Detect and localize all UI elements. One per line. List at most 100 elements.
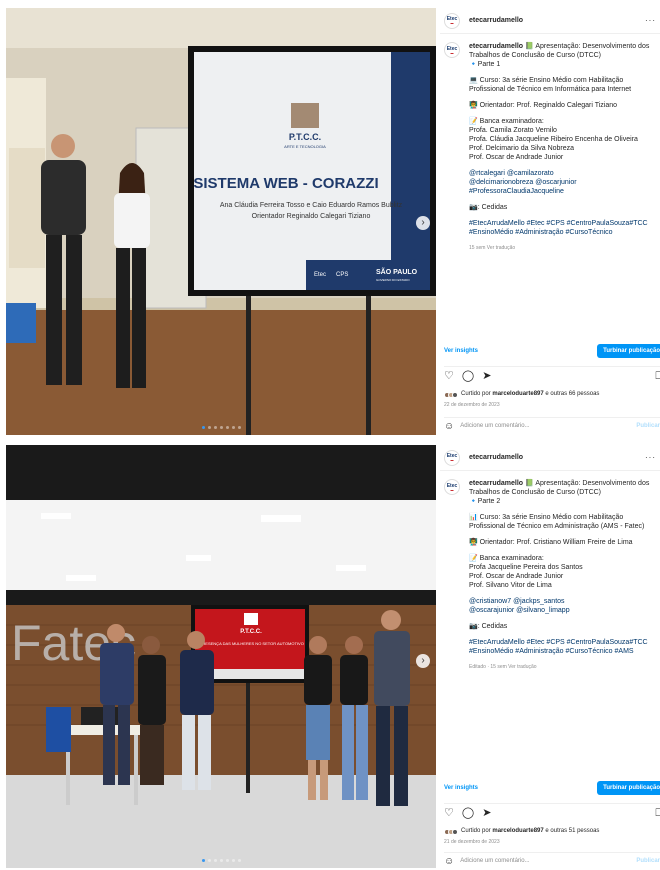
caption-username[interactable]: etecarrudamello <box>469 480 523 487</box>
header-username[interactable]: etecarrudamello <box>469 16 523 25</box>
post-side-panel: Etec ▬ etecarrudamello ··· Etec ▬ etecarru… <box>440 445 660 867</box>
emoji-icon[interactable]: ☺ <box>444 857 454 867</box>
boost-button[interactable]: Turbinar publicação <box>597 344 660 358</box>
caption-line[interactable]: @cristianow7 @jackps_santos <box>469 598 565 605</box>
share-icon[interactable]: ➤ <box>482 371 491 382</box>
comment-box: ☺ Adicione um comentário... Publicar <box>444 852 660 870</box>
post-photo[interactable]: P.T.C.C. ARTE E TECNOLOGIA SISTEMA WEB -… <box>6 8 436 435</box>
emoji-icon[interactable]: ☺ <box>444 422 454 432</box>
avatar-stripe-icon: ▬ <box>450 487 454 492</box>
insights-link[interactable]: Ver insights <box>444 784 478 793</box>
next-slide-button[interactable]: › <box>416 654 430 668</box>
likes-prefix: Curtido por <box>461 391 493 397</box>
caption-paragraph: 💻 Curso: 3a série Ensino Médio com Habil… <box>469 76 656 94</box>
insights-link[interactable]: Ver insights <box>444 347 478 356</box>
caption-line[interactable]: #ProfessoraClaudiaJacqueline <box>469 188 564 195</box>
slide-logo-text: P.T.C.C. <box>289 132 321 142</box>
caption-line: Profa Jacqueline Pereira dos Santos <box>469 564 583 571</box>
caption-line[interactable]: #EtecArrudaMello #Etec #CPS #CentroPaula… <box>469 220 648 236</box>
slide-logo-text: P.T.C.C. <box>240 629 262 635</box>
carousel-dot <box>213 426 217 429</box>
caption-paragraph: etecarrudamello 📗 Apresentação: Desenvol… <box>469 479 656 506</box>
caption-line[interactable]: #EtecArrudaMello #Etec #CPS #CentroPaula… <box>469 639 648 655</box>
bookmark-icon[interactable]: ⎕ <box>655 808 660 819</box>
caption-line: Prof. Oscar de Andrade Junior <box>469 154 564 161</box>
caption-line: Prof. Delcimario da Silva Nobreza <box>469 145 575 152</box>
post-1: P.T.C.C. ARTE E TECNOLOGIA SISTEMA WEB -… <box>0 0 660 437</box>
comment-input[interactable]: Adicione um comentário... <box>460 422 529 431</box>
caption-line: 📷: Cedidas <box>469 623 508 630</box>
caption-line: Prof. Oscar de Andrade Junior <box>469 573 564 580</box>
caption-paragraph: 👨‍🏫 Orientador: Prof. Reginaldo Calegari… <box>469 101 656 110</box>
likes-row: Curtido por marceloduarte897 e outras 66… <box>444 390 660 399</box>
publish-button[interactable]: Publicar <box>636 857 660 866</box>
comment-input[interactable]: Adicione um comentário... <box>460 857 529 866</box>
caption-paragraph: @rtcalegari @camilazorato @delcimarionobr… <box>469 169 656 196</box>
carousel-dot <box>207 426 211 429</box>
header-username[interactable]: etecarrudamello <box>469 453 523 462</box>
carousel-dots <box>6 859 436 862</box>
carousel-dot <box>201 859 205 862</box>
publish-button[interactable]: Publicar <box>636 422 660 431</box>
post-date: 21 de dezembro de 2023 <box>444 839 500 845</box>
liker-avatar <box>452 828 458 835</box>
caption-username[interactable]: etecarrudamello <box>469 43 523 50</box>
caption-paragraph: etecarrudamello 📗 Apresentação: Desenvol… <box>469 42 656 69</box>
avatar[interactable]: Etec ▬ <box>444 449 460 466</box>
caption-line[interactable]: @rtcalegari @camilazorato <box>469 170 554 177</box>
avatar[interactable]: Etec ▬ <box>444 479 460 495</box>
caption-paragraph: 📷: Cedidas <box>469 203 656 212</box>
comment-icon[interactable]: ◯ <box>462 808 474 819</box>
post-header: Etec ▬ etecarrudamello ··· <box>440 8 660 34</box>
next-slide-button[interactable]: › <box>416 216 430 230</box>
caption-paragraph: 📝 Banca examinadora: Profa. Camila Zorato… <box>469 117 656 162</box>
caption-line[interactable]: @oscarajunior @silvano_limapp <box>469 607 570 614</box>
likes-prefix: Curtido por <box>461 828 493 834</box>
caption-line: 📝 Banca examinadora: <box>469 555 544 562</box>
caption-paragraph: 📷: Cedidas <box>469 622 656 631</box>
bookmark-icon[interactable]: ⎕ <box>655 371 660 382</box>
post-side-panel: Etec ▬ etecarrudamello ··· Etec ▬ etecarru… <box>440 8 660 432</box>
caption-line: 💻 Curso: 3a série Ensino Médio com Habil… <box>469 77 632 93</box>
heart-icon[interactable]: ♡ <box>444 371 454 382</box>
avatar[interactable]: Etec ▬ <box>444 42 460 58</box>
post-photo[interactable]: Fatec P.T.C.C. A PRESENÇA DAS MULHERES N… <box>6 445 436 868</box>
slide-footer-etec: Etec <box>314 272 326 278</box>
avatar-stripe-icon: ▬ <box>450 21 454 25</box>
insights-row: Ver insights Turbinar publicação <box>444 781 660 795</box>
share-icon[interactable]: ➤ <box>482 808 491 819</box>
avatar-stripe-icon: ▬ <box>450 50 454 55</box>
more-options-icon[interactable]: ··· <box>645 453 656 462</box>
carousel-dot <box>225 426 229 429</box>
caption-paragraph: @cristianow7 @jackps_santos @oscarajunior… <box>469 597 656 615</box>
boost-button[interactable]: Turbinar publicação <box>597 781 660 795</box>
carousel-dot <box>207 859 211 862</box>
caption-line: 🔹Parte 1 <box>469 61 501 68</box>
insights-row: Ver insights Turbinar publicação <box>444 344 660 358</box>
caption-paragraph: #EtecArrudaMello #Etec #CPS #CentroPaula… <box>469 638 656 656</box>
post-meta: 15 sem Ver tradução <box>469 245 516 251</box>
likes-text[interactable]: Curtido por marceloduarte897 e outras 51… <box>461 827 599 836</box>
presentation-photo-1: P.T.C.C. ARTE E TECNOLOGIA SISTEMA WEB -… <box>6 8 436 435</box>
caption-line: Profa. Camila Zorato Vernilo <box>469 127 557 134</box>
comment-icon[interactable]: ◯ <box>462 371 474 382</box>
slide-title: A PRESENÇA DAS MULHERES NO SETOR AUTOMOT… <box>196 641 304 646</box>
carousel-dot <box>219 859 223 862</box>
carousel-dot <box>237 859 241 862</box>
likes-suffix: e outras 66 pessoas <box>543 391 600 397</box>
carousel-dot <box>213 859 217 862</box>
likes-text[interactable]: Curtido por marceloduarte897 e outras 66… <box>461 390 599 399</box>
slide-footer-sp-sub: GOVERNO DO ESTADO <box>376 278 410 282</box>
likes-user: marceloduarte897 <box>492 828 544 834</box>
slide-advisor: Orientador Reginaldo Calegari Tiziano <box>252 213 371 220</box>
carousel-dot <box>219 426 223 429</box>
heart-icon[interactable]: ♡ <box>444 808 454 819</box>
caption-text: etecarrudamello 📗 Apresentação: Desenvol… <box>469 42 656 253</box>
carousel-dots <box>6 426 436 429</box>
caption-paragraph: 📝 Banca examinadora: Profa Jacqueline Per… <box>469 554 656 590</box>
avatar[interactable]: Etec ▬ <box>444 12 460 29</box>
more-options-icon[interactable]: ··· <box>645 16 656 25</box>
caption-line: 📝 Banca examinadora: <box>469 118 544 125</box>
caption-line: 🔹Parte 2 <box>469 498 501 505</box>
caption-line[interactable]: @delcimarionobreza @oscarjunior <box>469 179 577 186</box>
